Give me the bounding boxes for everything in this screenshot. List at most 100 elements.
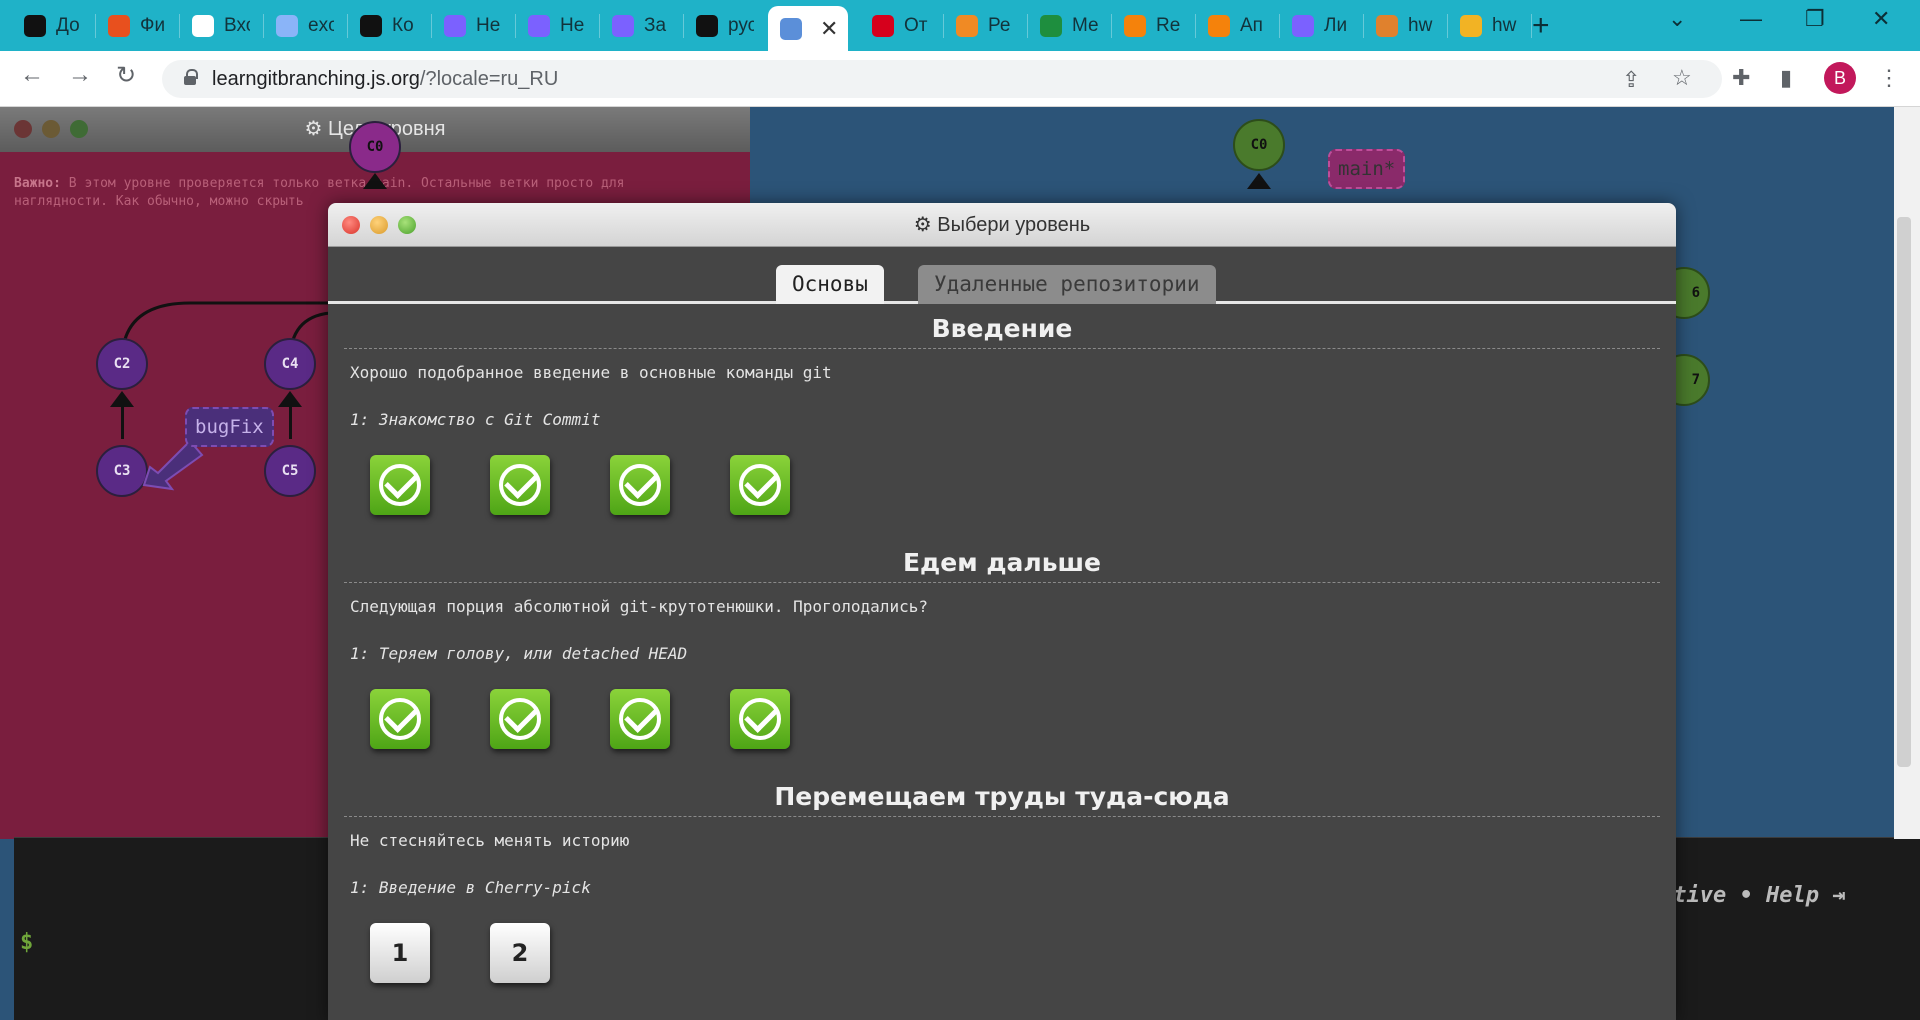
browser-tab[interactable]: Вхо <box>180 9 264 42</box>
level-button-completed[interactable] <box>490 455 550 515</box>
browser-tab-title: До <box>56 14 80 36</box>
minimize-icon[interactable]: — <box>1740 6 1762 32</box>
tab-close-icon[interactable]: ✕ <box>820 16 838 42</box>
goal-commit-c4: C4 <box>264 338 316 390</box>
window-close-icon[interactable]: ✕ <box>1872 6 1890 32</box>
terminal-prompt: $ <box>20 930 34 955</box>
branch-label-bugfix: bugFix <box>185 407 274 447</box>
browser-tab-title: Ре <box>988 14 1011 36</box>
flower-icon <box>444 14 466 37</box>
level-button-completed[interactable] <box>610 455 670 515</box>
browser-tab-title: Вхо <box>224 14 250 36</box>
flower-icon <box>1292 14 1314 37</box>
browser-tab-title: Ап <box>1240 14 1263 36</box>
browser-tab-title: От <box>904 14 928 36</box>
page-scrollbar-thumb[interactable] <box>1897 217 1911 767</box>
goal-edge <box>121 405 124 439</box>
level-button-completed[interactable] <box>370 455 430 515</box>
section-level-label: 1: Введение в Cherry-pick <box>350 878 591 897</box>
browser-tab[interactable]: Не <box>516 9 600 42</box>
level-section: Введение Хорошо подобранное введение в о… <box>344 309 1660 529</box>
github-icon <box>696 14 718 37</box>
browser-tab[interactable]: hw <box>1448 9 1532 42</box>
share-icon[interactable]: ⇪ <box>1622 67 1640 93</box>
level-button-completed[interactable] <box>370 689 430 749</box>
goal-commit-c2: C2 <box>96 338 148 390</box>
forward-icon[interactable]: → <box>68 61 92 89</box>
browser-tab[interactable]: За <box>600 9 684 42</box>
browser-tab-title: Не <box>476 14 501 36</box>
back-icon[interactable]: ← <box>20 61 44 89</box>
level-button-completed[interactable] <box>730 689 790 749</box>
level-button-completed[interactable] <box>730 455 790 515</box>
k-icon <box>108 14 130 37</box>
drive-icon <box>276 14 298 37</box>
browser-tab[interactable]: hw <box>1364 9 1448 42</box>
help-text[interactable]: ctive • Help <box>1660 883 1819 908</box>
browser-tab[interactable]: Ап <box>1196 9 1280 42</box>
browser-tab[interactable]: рус <box>684 9 768 42</box>
side-panel-icon[interactable]: ▮ <box>1780 65 1792 91</box>
modal-title: Выбери уровень <box>937 214 1091 236</box>
tab-remote[interactable]: Удаленные репозитории <box>918 265 1216 304</box>
github-icon <box>360 14 382 37</box>
browser-tab[interactable]: ✕ <box>768 6 848 51</box>
plus-icon <box>1040 14 1062 37</box>
browser-tab[interactable]: Ме <box>1028 9 1112 42</box>
level-buttons <box>344 663 1660 763</box>
browser-tab-title: exc <box>308 14 334 36</box>
menu-kebab-icon[interactable]: ⋮ <box>1878 65 1900 91</box>
hh-icon <box>872 14 894 37</box>
level-button-completed[interactable] <box>610 689 670 749</box>
level-buttons <box>344 429 1660 529</box>
restore-icon[interactable]: ❐ <box>1805 6 1825 32</box>
check-icon <box>379 464 421 506</box>
new-tab-button[interactable]: + <box>1532 9 1550 42</box>
modal-maximize-dot[interactable] <box>398 216 416 234</box>
extensions-icon[interactable]: ✚ <box>1732 65 1750 91</box>
level-button-completed[interactable] <box>490 689 550 749</box>
tab-search-icon[interactable]: ⌄ <box>1668 6 1686 32</box>
url-input[interactable]: learngitbranching.js.org/?locale=ru_RU ⇪… <box>162 60 1722 98</box>
browser-tab-strip: До Фи Вхо exc Ко Не Не За рус ✕ От Ре Ме Re Ап Ли hw hw <box>0 0 1920 51</box>
browser-tab[interactable]: exc <box>264 9 348 42</box>
browser-tab-title: Ме <box>1072 14 1098 36</box>
box-icon <box>1208 14 1230 37</box>
browser-tab-title: Ли <box>1324 14 1348 36</box>
level-buttons: 1 2 <box>344 897 1660 997</box>
modal-minimize-dot[interactable] <box>370 216 388 234</box>
gmail-icon <box>192 14 214 37</box>
check-icon <box>619 698 661 740</box>
url-host: learngitbranching.js.org <box>212 68 420 90</box>
browser-tab[interactable]: До <box>12 9 96 42</box>
browser-tab[interactable]: Ре <box>944 9 1028 42</box>
browser-tab[interactable]: Ли <box>1280 9 1364 42</box>
browser-tab[interactable]: От <box>860 9 944 42</box>
flower-icon <box>528 14 550 37</box>
modal-close-dot[interactable] <box>342 216 360 234</box>
browser-tab[interactable]: Re <box>1112 9 1196 42</box>
level-button[interactable]: 2 <box>490 923 550 983</box>
section-title: Едем дальше <box>344 543 1660 583</box>
bookmark-star-icon[interactable]: ☆ <box>1672 65 1692 91</box>
address-bar-row: ← → ↻ learngitbranching.js.org/?locale=r… <box>0 51 1920 107</box>
tab-basics[interactable]: Основы <box>776 265 884 304</box>
browser-tab[interactable]: Ко <box>348 9 432 42</box>
browser-tab[interactable]: Фи <box>96 9 180 42</box>
section-description: Следующая порция абсолютной git-крутотен… <box>350 597 928 616</box>
lock-icon[interactable] <box>184 69 198 85</box>
modal-titlebar: ⚙ Выбери уровень <box>328 203 1676 247</box>
exit-icon[interactable]: ⇥ <box>1832 883 1845 908</box>
goal-arrow <box>363 173 387 189</box>
section-description: Хорошо подобранное введение в основные к… <box>350 363 832 382</box>
reload-icon[interactable]: ↻ <box>116 61 136 90</box>
help-commands-bar[interactable]: ctive • Help ⇥ <box>1660 883 1845 908</box>
browser-tab-title: Re <box>1156 14 1181 36</box>
level-button[interactable]: 1 <box>370 923 430 983</box>
browser-tab[interactable]: Не <box>432 9 516 42</box>
browser-tab-title: Не <box>560 14 585 36</box>
goal-commit-c0: C0 <box>349 121 401 173</box>
profile-avatar[interactable]: B <box>1824 62 1856 94</box>
spinner-icon <box>1376 14 1398 37</box>
check-icon <box>739 698 781 740</box>
